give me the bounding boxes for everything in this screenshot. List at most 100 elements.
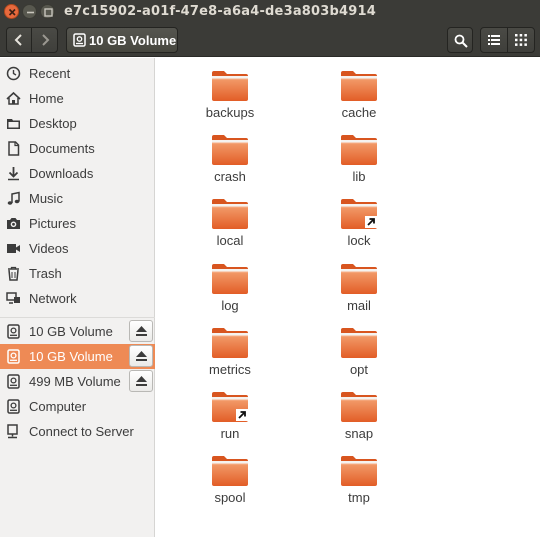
folder-item[interactable]: metrics <box>180 315 280 377</box>
folder-item[interactable]: cache <box>309 58 409 120</box>
music-icon <box>6 191 21 206</box>
sidebar-item-music[interactable]: Music <box>0 186 155 211</box>
folder-label: crash <box>214 169 246 185</box>
folder-icon <box>211 455 249 490</box>
sidebar-item-label: Network <box>29 291 77 306</box>
folder-item[interactable]: opt <box>309 315 409 377</box>
list-view-button[interactable] <box>481 28 508 52</box>
navigation-group <box>6 27 58 53</box>
camera-icon <box>6 216 21 231</box>
drive-icon <box>6 399 21 414</box>
sidebar-item-computer[interactable]: Computer <box>0 394 155 419</box>
folder-label: opt <box>349 361 369 377</box>
sidebar-item-label: Connect to Server <box>29 424 134 439</box>
sidebar-item-label: Documents <box>29 141 95 156</box>
maximize-window-button[interactable] <box>40 4 55 19</box>
download-icon <box>6 166 21 181</box>
sidebar-item-desktop[interactable]: Desktop <box>0 111 155 136</box>
sidebar-item-10gb-volume-1[interactable]: 10 GB Volume <box>0 319 155 344</box>
path-bar-current-location[interactable]: 10 GB Volume <box>66 27 178 53</box>
folder-label: log <box>221 297 239 313</box>
folder-icon <box>211 263 249 298</box>
eject-button[interactable] <box>129 345 153 367</box>
sidebar-item-home[interactable]: Home <box>0 86 155 111</box>
view-mode-group <box>480 27 535 53</box>
sidebar-item-videos[interactable]: Videos <box>0 236 155 261</box>
sidebar-item-label: Recent <box>29 66 71 81</box>
grid-view-button[interactable] <box>508 28 534 52</box>
eject-button[interactable] <box>129 320 153 342</box>
folder-label: mail <box>347 297 371 313</box>
drive-icon <box>6 324 21 339</box>
folder-icon <box>340 391 378 426</box>
sidebar-item-trash[interactable]: Trash <box>0 261 155 286</box>
sidebar-item-documents[interactable]: Documents <box>0 136 155 161</box>
folder-item[interactable]: lib <box>309 122 409 184</box>
sidebar-item-label: Videos <box>29 241 69 256</box>
eject-button[interactable] <box>129 370 153 392</box>
trash-icon <box>6 266 21 281</box>
drive-icon <box>73 33 86 50</box>
sidebar-item-connect-to-server[interactable]: Connect to Server <box>0 419 155 444</box>
search-button[interactable] <box>447 27 473 53</box>
folder-item[interactable]: run <box>180 379 280 441</box>
sidebar-item-downloads[interactable]: Downloads <box>0 161 155 186</box>
folder-icon <box>211 198 249 233</box>
sidebar-divider <box>0 317 155 318</box>
forward-button[interactable] <box>33 28 57 52</box>
folder-icon <box>211 134 249 169</box>
toolbar: 10 GB Volume <box>0 24 540 57</box>
drive-icon <box>6 349 21 364</box>
folder-icon <box>340 134 378 169</box>
folder-icon <box>340 327 378 362</box>
minimize-window-button[interactable] <box>22 4 37 19</box>
folder-label: backups <box>205 105 255 120</box>
network-icon <box>6 291 21 306</box>
sidebar-item-label: 10 GB Volume <box>29 324 113 339</box>
sidebar-item-label: 499 MB Volume <box>29 374 121 389</box>
server-icon <box>6 424 21 439</box>
folder-item[interactable]: tmp <box>309 443 409 505</box>
close-window-button[interactable] <box>4 4 19 19</box>
folder-item[interactable]: crash <box>180 122 280 184</box>
folder-item[interactable]: log <box>180 251 280 313</box>
document-icon <box>6 141 21 156</box>
sidebar-item-label: Computer <box>29 399 87 414</box>
folder-label: lib <box>352 169 366 185</box>
folder-label: spool <box>214 490 246 506</box>
sidebar-item-pictures[interactable]: Pictures <box>0 211 155 236</box>
folder-item[interactable]: lock <box>309 186 409 248</box>
sidebar-item-label: 10 GB Volume <box>29 349 113 364</box>
back-button[interactable] <box>7 28 32 52</box>
folder-icon <box>340 70 378 105</box>
sidebar-item-label: Music <box>29 191 63 206</box>
folder-label: lock <box>347 233 371 249</box>
folder-icon <box>211 327 249 362</box>
folder-label: snap <box>344 426 374 441</box>
sidebar-item-499mb-volume[interactable]: 499 MB Volume <box>0 369 155 394</box>
sidebar-item-label: Pictures <box>29 216 76 231</box>
video-icon <box>6 241 21 256</box>
title-bar: e7c15902-a01f-47e8-a6a4-de3a803b4914 <box>0 0 540 24</box>
sidebar-item-label: Home <box>29 91 64 106</box>
folder-label: run <box>220 426 240 441</box>
sidebar-item-label: Trash <box>29 266 62 281</box>
home-icon <box>6 91 21 106</box>
folder-link-icon <box>340 198 378 233</box>
sidebar-item-network[interactable]: Network <box>0 286 155 311</box>
folder-icon <box>340 263 378 298</box>
folder-icon <box>211 70 249 105</box>
sidebar-item-10gb-volume-2[interactable]: 10 GB Volume <box>0 344 155 369</box>
folder-item[interactable]: local <box>180 186 280 248</box>
folder-item[interactable]: backups <box>180 58 280 120</box>
folder-item[interactable]: snap <box>309 379 409 441</box>
folder-icon <box>340 455 378 490</box>
folder-item[interactable]: mail <box>309 251 409 313</box>
folder-item[interactable]: spool <box>180 443 280 505</box>
file-grid: backups cache crash lib local lock log mail metr… <box>156 58 540 537</box>
window-title: e7c15902-a01f-47e8-a6a4-de3a803b4914 <box>64 4 377 19</box>
sidebar-item-recent[interactable]: Recent <box>0 61 155 86</box>
sidebar-item-label: Desktop <box>29 116 77 131</box>
folder-label: local <box>216 233 244 249</box>
drive-icon <box>6 374 21 389</box>
